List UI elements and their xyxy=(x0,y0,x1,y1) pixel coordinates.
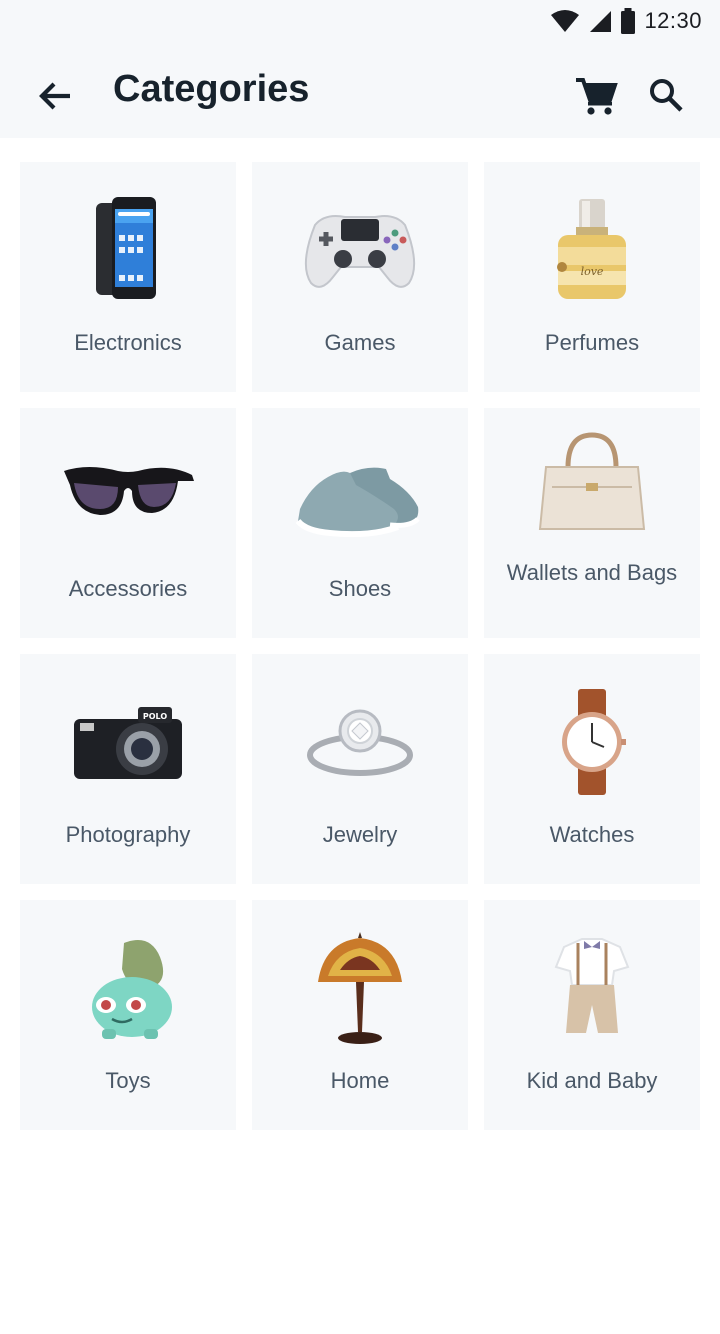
category-card-accessories[interactable]: Accessories xyxy=(20,408,236,638)
phone-icon xyxy=(20,190,236,310)
category-label: Home xyxy=(330,1068,390,1093)
shoe-icon xyxy=(252,436,468,556)
ring-icon xyxy=(252,682,468,802)
svg-text:POLO: POLO xyxy=(143,712,167,721)
status-bar: 12:30 xyxy=(0,0,720,44)
kids-outfit-icon xyxy=(484,928,700,1048)
gamepad-icon xyxy=(252,190,468,310)
category-label: Perfumes xyxy=(544,330,640,355)
signal-icon xyxy=(590,11,612,32)
category-card-games[interactable]: Games xyxy=(252,162,468,392)
search-button[interactable] xyxy=(644,74,688,118)
battery-icon xyxy=(621,8,636,34)
search-icon xyxy=(650,79,683,112)
category-label: Shoes xyxy=(328,576,392,601)
camera-icon: POLO xyxy=(20,682,236,802)
wifi-icon xyxy=(551,10,580,32)
category-card-shoes[interactable]: Shoes xyxy=(252,408,468,638)
page-title: Categories xyxy=(113,68,310,110)
category-card-kid-and-baby[interactable]: Kid and Baby xyxy=(484,900,700,1130)
category-card-jewelry[interactable]: Jewelry xyxy=(252,654,468,884)
back-button[interactable] xyxy=(34,74,78,118)
category-card-photography[interactable]: POLO Photography xyxy=(20,654,236,884)
svg-text:love: love xyxy=(581,265,604,278)
watch-icon xyxy=(484,682,700,802)
category-label: Kid and Baby xyxy=(526,1068,658,1093)
category-card-watches[interactable]: Watches xyxy=(484,654,700,884)
cart-button[interactable] xyxy=(574,74,618,118)
category-card-wallets-and-bags[interactable]: Wallets and Bags xyxy=(484,408,700,638)
category-card-perfumes[interactable]: love Perfumes xyxy=(484,162,700,392)
category-label: Accessories xyxy=(68,576,188,601)
handbag-icon xyxy=(484,422,700,542)
category-label: Jewelry xyxy=(322,822,398,847)
category-label: Watches xyxy=(549,822,635,847)
cart-icon xyxy=(576,78,618,115)
perfume-icon: love xyxy=(484,190,700,310)
category-label: Wallets and Bags xyxy=(506,560,678,585)
arrow-back-icon xyxy=(39,82,70,110)
status-icons: 12:30 xyxy=(550,6,702,36)
category-grid: Electronics Games love Perfumes Accessor… xyxy=(20,162,700,1130)
category-label: Photography xyxy=(65,822,191,847)
category-label: Toys xyxy=(105,1068,151,1093)
sunglasses-icon xyxy=(20,436,236,556)
category-card-home[interactable]: Home xyxy=(252,900,468,1130)
category-label: Electronics xyxy=(74,330,182,355)
app-bar: Categories xyxy=(0,44,720,138)
category-card-toys[interactable]: Toys xyxy=(20,900,236,1130)
category-label: Games xyxy=(324,330,396,355)
lamp-icon xyxy=(252,928,468,1048)
clock: 12:30 xyxy=(644,8,702,33)
toy-icon xyxy=(20,928,236,1048)
category-card-electronics[interactable]: Electronics xyxy=(20,162,236,392)
